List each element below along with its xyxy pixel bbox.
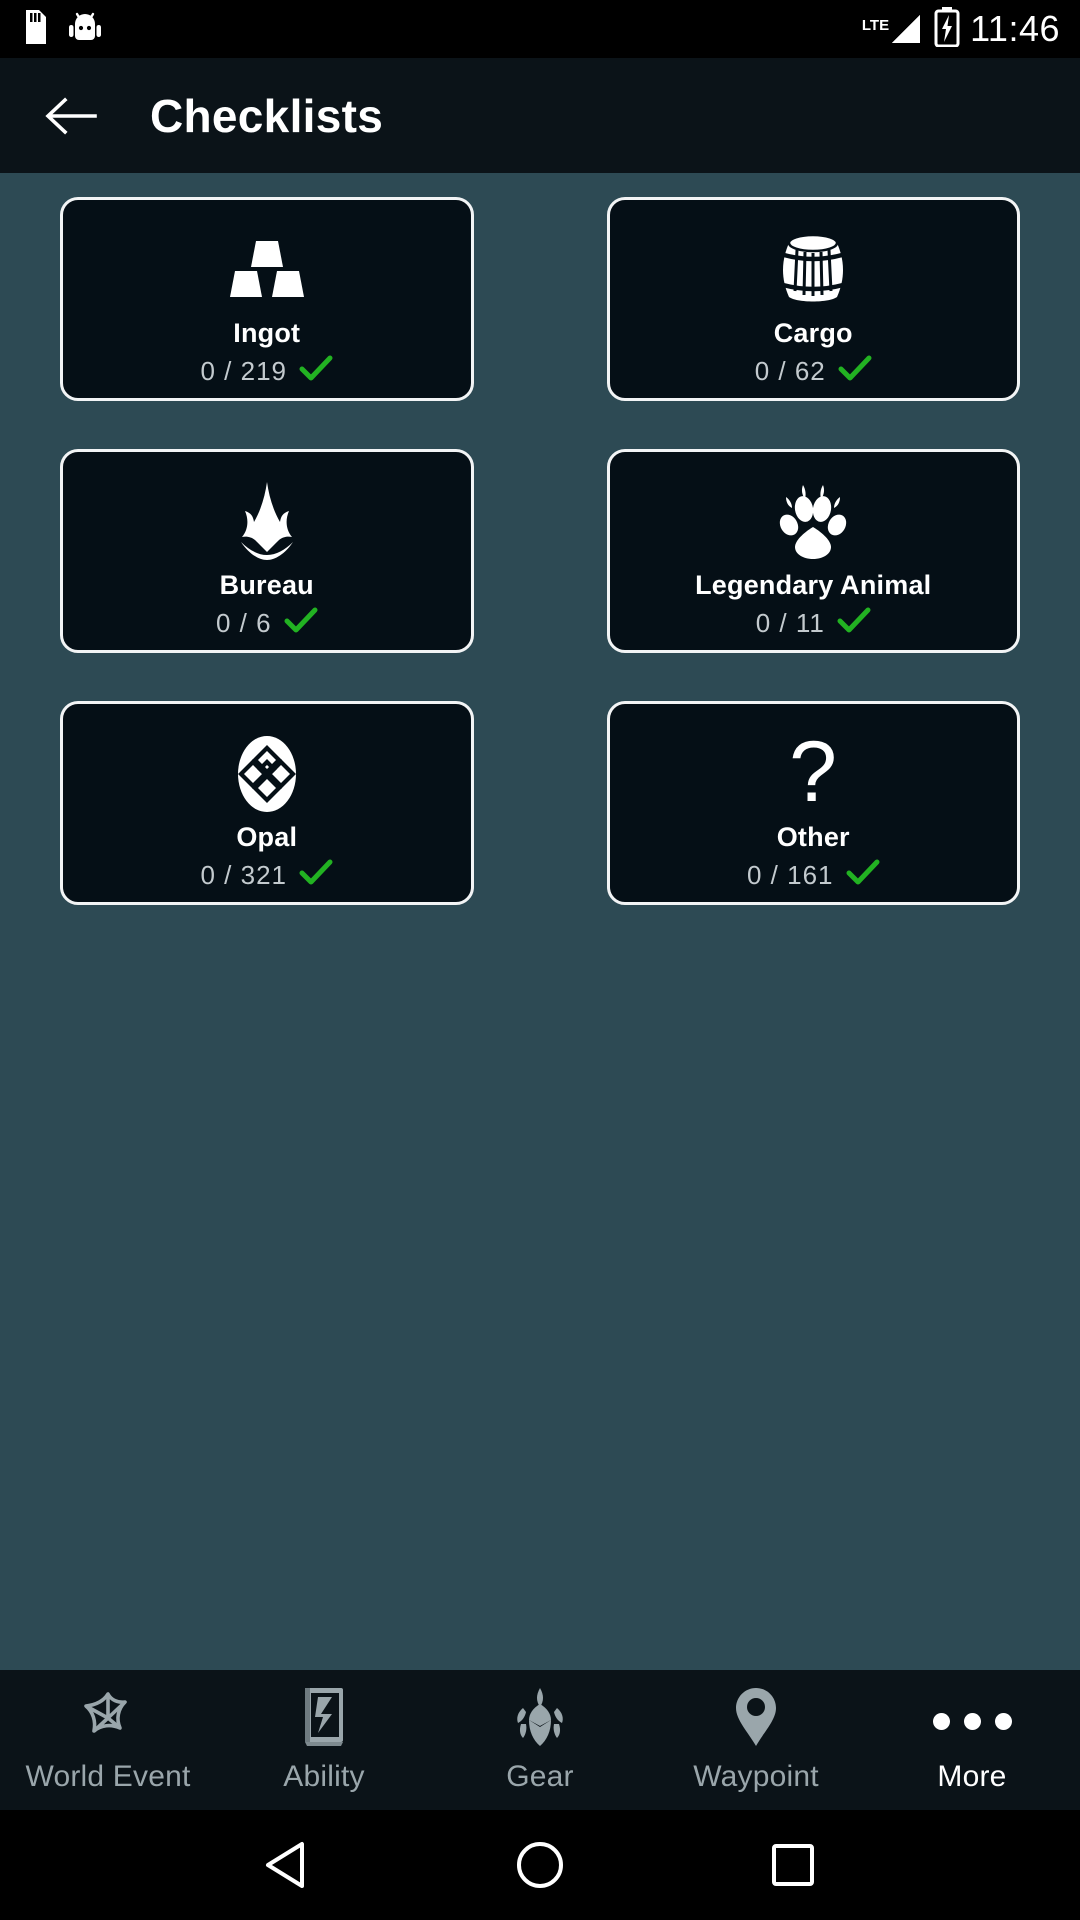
checklist-card-bureau[interactable]: Bureau 0 / 6 [60,449,474,653]
back-arrow-icon[interactable] [42,88,98,144]
nav-label: World Event [25,1760,191,1793]
square-recents-icon[interactable] [762,1834,824,1896]
checklist-card-opal[interactable]: Opal 0 / 321 [60,701,474,905]
card-count: 0 / 6 [215,608,272,638]
checklist-card-cargo[interactable]: Cargo 0 / 62 [606,197,1020,401]
question-mark-icon: ? [782,730,844,818]
card-title: Opal [236,822,298,852]
ability-book-icon [299,1686,349,1748]
nav-item-gear[interactable]: Gear [432,1670,648,1810]
bottom-navigation-bar: World Event Ability Gear Waypoint More [0,1670,1080,1810]
page-title: Checklists [150,89,384,142]
checklist-card-legendary-animal[interactable]: Legendary Animal 0 / 11 [606,449,1020,653]
nav-item-world-event[interactable]: World Event [0,1670,216,1810]
card-title: Other [776,822,850,852]
status-bar-right-icons: LTE 11:46 [862,6,1060,52]
svg-text:?: ? [789,731,837,817]
check-icon [846,859,880,892]
android-debug-icon [68,10,102,49]
card-count: 0 / 62 [754,356,826,386]
card-title: Legendary Animal [695,570,932,600]
check-icon [837,607,871,640]
card-progress: 0 / 161 [747,859,880,892]
nav-label: Ability [283,1760,365,1793]
card-count: 0 / 161 [746,860,834,890]
card-progress: 0 / 62 [755,355,872,388]
nav-label: Waypoint [693,1760,819,1793]
card-title: Ingot [233,318,301,348]
card-title: Bureau [219,570,314,600]
world-event-icon [77,1686,139,1748]
gear-armor-icon [509,1686,571,1748]
phone-screen: LTE 11:46 Checklists Ingot 0 / 219 Cargo… [0,0,1080,1920]
barrel-icon [775,226,851,314]
checklist-card-ingot[interactable]: Ingot 0 / 219 [60,197,474,401]
paw-print-icon [773,478,853,566]
status-bar-left-icons [20,9,102,49]
opal-gem-icon [229,730,305,818]
card-progress: 0 / 11 [756,607,871,640]
check-icon [299,859,333,892]
sd-card-icon [20,9,46,49]
card-count: 0 / 219 [200,356,287,386]
checklist-grid: Ingot 0 / 219 Cargo 0 / 62 Bureau 0 / 6 … [60,197,1020,905]
card-title: Cargo [773,318,853,348]
assassin-insignia-icon [231,478,303,566]
nav-item-ability[interactable]: Ability [216,1670,432,1810]
overflow-dots-icon [932,1686,1012,1748]
status-bar-clock: 11:46 [970,8,1060,49]
nav-item-waypoint[interactable]: Waypoint [648,1670,864,1810]
nav-label: Gear [506,1760,574,1793]
map-pin-icon [733,1686,779,1748]
card-count: 0 / 11 [755,608,825,638]
nav-label: More [937,1760,1007,1793]
checklist-card-other[interactable]: ? Other 0 / 161 [606,701,1020,905]
card-progress: 0 / 321 [200,859,333,892]
status-bar: LTE 11:46 [0,0,1080,58]
checklist-content: Ingot 0 / 219 Cargo 0 / 62 Bureau 0 / 6 … [0,173,1080,1670]
triangle-back-icon[interactable] [256,1834,318,1896]
nav-item-more[interactable]: More [864,1670,1080,1810]
app-bar: Checklists [0,58,1080,173]
check-icon [299,355,333,388]
system-navigation-bar [0,1810,1080,1920]
check-icon [284,607,318,640]
battery-charging-icon [934,6,960,52]
card-progress: 0 / 6 [216,607,318,640]
signal-icon: LTE [862,11,924,47]
check-icon [838,355,872,388]
network-type-label: LTE [861,17,890,34]
card-progress: 0 / 219 [200,355,333,388]
card-count: 0 / 321 [200,860,287,890]
ingot-icon [221,226,313,314]
circle-home-icon[interactable] [509,1834,571,1896]
